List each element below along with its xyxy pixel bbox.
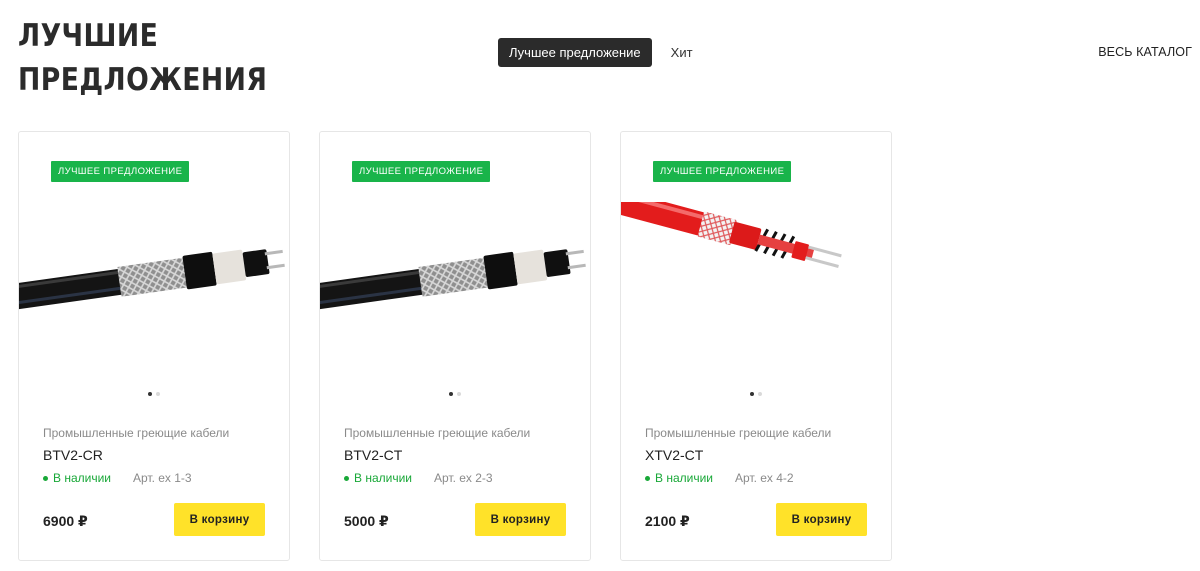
in-stock-dot-icon [645,475,650,481]
slider-dot[interactable] [758,392,762,396]
stock-status: В наличии [43,471,111,485]
tab-best-offer[interactable]: Лучшее предложение [498,38,652,67]
slider-dot[interactable] [156,392,160,396]
all-catalog-link[interactable]: ВЕСЬ КАТАЛОГ [1098,45,1192,59]
product-image-red-cable[interactable] [621,202,891,352]
product-cards: ЛУЧШЕЕ ПРЕДЛОЖЕНИЕ Промышленные греющие … [18,131,921,561]
image-slider-dots [621,392,891,396]
slider-dot[interactable] [750,392,754,396]
product-card[interactable]: ЛУЧШЕЕ ПРЕДЛОЖЕНИЕ Промышленные греющие … [319,131,591,561]
add-to-cart-button[interactable]: В корзину [174,503,265,536]
in-stock-dot-icon [43,475,48,481]
best-offer-badge: ЛУЧШЕЕ ПРЕДЛОЖЕНИЕ [352,161,491,182]
add-to-cart-button[interactable]: В корзину [475,503,566,536]
product-price: 2100 ₽ [645,513,690,529]
best-offer-badge: ЛУЧШЕЕ ПРЕДЛОЖЕНИЕ [51,161,190,182]
offer-tabs: Лучшее предложение Хит [498,38,704,67]
stock-label: В наличии [354,471,413,485]
tab-hit[interactable]: Хит [660,38,704,67]
product-image-black-cable[interactable] [19,202,289,352]
product-sku: Арт. ex 4-2 [735,471,794,485]
stock-label: В наличии [53,471,112,485]
best-offer-badge: ЛУЧШЕЕ ПРЕДЛОЖЕНИЕ [653,161,792,182]
product-sku: Арт. ex 2-3 [434,471,493,485]
product-name[interactable]: BTV2-CT [344,447,402,463]
stock-status: В наличии [344,471,412,485]
product-name[interactable]: BTV2-CR [43,447,103,463]
product-price: 5000 ₽ [344,513,389,529]
add-to-cart-button[interactable]: В корзину [776,503,867,536]
stock-label: В наличии [655,471,714,485]
product-card[interactable]: ЛУЧШЕЕ ПРЕДЛОЖЕНИЕ Промышленные греющие … [18,131,290,561]
slider-dot[interactable] [457,392,461,396]
product-name[interactable]: XTV2-CT [645,447,703,463]
product-category[interactable]: Промышленные греющие кабели [43,426,229,440]
product-price: 6900 ₽ [43,513,88,529]
slider-dot[interactable] [449,392,453,396]
section-title-line-2: ПРЕДЛОЖЕНИЯ [18,62,268,98]
product-category[interactable]: Промышленные греющие кабели [344,426,530,440]
slider-dot[interactable] [148,392,152,396]
section-title-line-1: ЛУЧШИЕ [18,18,159,54]
product-card[interactable]: ЛУЧШЕЕ ПРЕДЛОЖЕНИЕ Промышленные греющие … [620,131,892,561]
stock-status: В наличии [645,471,713,485]
in-stock-dot-icon [344,475,349,481]
product-category[interactable]: Промышленные греющие кабели [645,426,831,440]
image-slider-dots [320,392,590,396]
section-title: ЛУЧШИЕ ПРЕДЛОЖЕНИЯ [18,14,267,102]
product-image-black-cable[interactable] [320,202,590,352]
product-sku: Арт. ex 1-3 [133,471,192,485]
image-slider-dots [19,392,289,396]
